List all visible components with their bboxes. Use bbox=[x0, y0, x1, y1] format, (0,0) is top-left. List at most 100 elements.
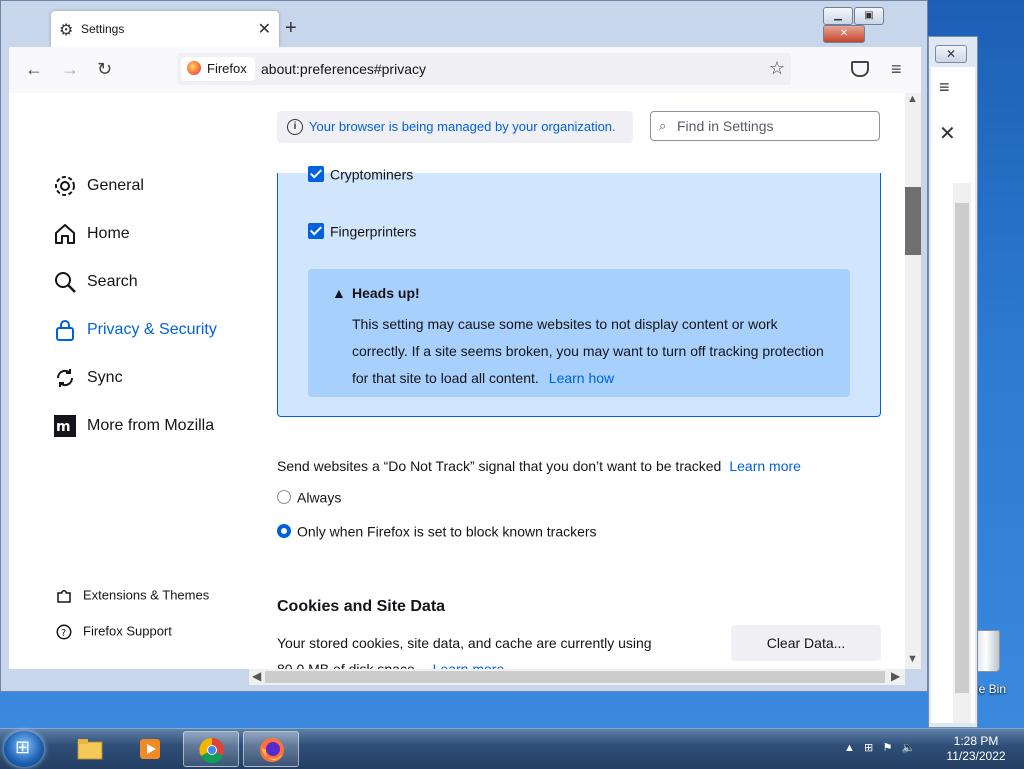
folder-icon bbox=[77, 739, 103, 760]
sidebar-item-label: Sync bbox=[87, 369, 123, 386]
radio-label: Only when Firefox is set to block known … bbox=[297, 523, 597, 540]
hamburger-menu-icon[interactable]: ≡ bbox=[939, 77, 950, 98]
identity-box[interactable]: Firefox bbox=[181, 57, 255, 81]
cookies-usage-text: Your stored cookies, site data, and cach… bbox=[277, 635, 652, 651]
scrollbar-thumb[interactable] bbox=[905, 187, 921, 255]
pocket-icon[interactable] bbox=[851, 61, 869, 77]
checkbox-label: Cryptominers bbox=[330, 166, 414, 183]
sync-icon bbox=[56, 369, 74, 387]
svg-text:m: m bbox=[56, 419, 71, 435]
sidebar-item-firefox-support[interactable]: ? Firefox Support bbox=[55, 623, 172, 641]
dnt-always-radio[interactable]: Always bbox=[277, 488, 341, 505]
tab-settings[interactable]: ⚙ Settings ✕ bbox=[51, 11, 279, 47]
url-bar[interactable]: Firefox about:preferences#privacy ☆ bbox=[177, 53, 791, 85]
sidebar-item-general[interactable]: General bbox=[53, 174, 144, 198]
close-window-button[interactable]: ✕ bbox=[823, 25, 865, 43]
cookies-learn-more-link[interactable]: Learn more bbox=[433, 661, 505, 669]
sidebar-item-sync[interactable]: Sync bbox=[53, 366, 123, 390]
identity-label: Firefox bbox=[207, 61, 247, 76]
custom-tracking-panel: Cryptominers Fingerprinters ▲ Heads up! … bbox=[277, 166, 881, 417]
maximize-button[interactable]: ▣ bbox=[854, 7, 884, 25]
checkbox-label: Fingerprinters bbox=[330, 223, 417, 240]
search-input[interactable]: ⌕ Find in Settings bbox=[650, 111, 880, 141]
tab-close-icon[interactable]: ✕ bbox=[258, 19, 271, 39]
scroll-down-icon[interactable]: ▼ bbox=[907, 653, 918, 665]
taskbar-chrome[interactable] bbox=[183, 731, 239, 767]
taskbar-explorer[interactable] bbox=[62, 731, 118, 767]
scroll-right-icon[interactable]: ▶ bbox=[891, 669, 900, 683]
tab-strip: ⚙ Settings ✕ + bbox=[9, 7, 919, 47]
search-placeholder: Find in Settings bbox=[677, 118, 774, 134]
do-not-track-description: Send websites a “Do Not Track” signal th… bbox=[277, 458, 801, 474]
sidebar-item-extensions-themes[interactable]: Extensions & Themes bbox=[55, 587, 209, 605]
sidebar-item-label: General bbox=[87, 177, 144, 194]
warning-icon: ▲ bbox=[332, 285, 346, 301]
checkbox-checked[interactable] bbox=[308, 166, 324, 183]
scroll-left-icon[interactable]: ◀ bbox=[252, 669, 261, 683]
firefox-icon bbox=[260, 738, 284, 762]
learn-how-link[interactable]: Learn how bbox=[549, 370, 614, 386]
app-menu-icon[interactable]: ≡ bbox=[891, 59, 902, 80]
cookies-size-row: 80.0 MB of disk space. Learn more bbox=[277, 661, 504, 669]
minimize-button[interactable]: ▁ bbox=[823, 7, 853, 25]
radio-unselected[interactable] bbox=[277, 490, 291, 505]
puzzle-icon bbox=[57, 590, 71, 603]
media-player-icon bbox=[140, 739, 160, 759]
dnt-text: Send websites a “Do Not Track” signal th… bbox=[277, 458, 722, 474]
sidebar-item-label: Search bbox=[87, 273, 138, 290]
cookies-heading: Cookies and Site Data bbox=[277, 598, 446, 615]
scrollbar-thumb[interactable] bbox=[955, 203, 969, 693]
managed-policy-banner[interactable]: i Your browser is being managed by your … bbox=[277, 111, 633, 143]
bookmark-star-icon[interactable]: ☆ bbox=[769, 58, 785, 79]
navigation-toolbar: ← → ↻ Firefox about:preferences#privacy … bbox=[9, 47, 921, 94]
background-window-scrollbar[interactable] bbox=[953, 183, 971, 723]
dnt-learn-more-link[interactable]: Learn more bbox=[729, 458, 801, 474]
reload-icon[interactable]: ↻ bbox=[97, 59, 112, 80]
managed-policy-text[interactable]: Your browser is being managed by your or… bbox=[309, 111, 616, 143]
warning-title: Heads up! bbox=[352, 285, 420, 301]
sidebar-footer-label: Firefox Support bbox=[83, 623, 172, 639]
back-arrow-icon[interactable]: ← bbox=[25, 59, 43, 80]
home-icon bbox=[55, 224, 75, 244]
taskbar-media-player[interactable] bbox=[122, 731, 178, 767]
radio-selected[interactable] bbox=[277, 524, 291, 539]
sidebar-item-search[interactable]: Search bbox=[53, 270, 138, 294]
taskbar-firefox[interactable] bbox=[243, 731, 299, 767]
new-tab-button[interactable]: + bbox=[285, 17, 297, 40]
sidebar-item-label: More from Mozilla bbox=[87, 417, 215, 434]
help-icon: ? bbox=[56, 624, 72, 640]
start-button[interactable] bbox=[4, 731, 44, 767]
page-vertical-scrollbar[interactable]: ▲ ▼ bbox=[905, 93, 921, 669]
close-icon[interactable]: ✕ bbox=[939, 121, 956, 146]
taskbar-clock[interactable]: 1:28 PM 11/23/2022 bbox=[936, 734, 1016, 764]
background-window-close-button[interactable]: ✕ bbox=[935, 45, 967, 63]
firefox-window: ⚙ Settings ✕ + ▁ ▣✕ ← → ↻ Firefox about:p… bbox=[0, 0, 928, 692]
forward-arrow-icon[interactable]: → bbox=[61, 59, 79, 80]
warning-body: This setting may cause some websites to … bbox=[352, 311, 832, 392]
mozilla-icon: m bbox=[54, 415, 76, 437]
sidebar-footer-label: Extensions & Themes bbox=[83, 587, 210, 603]
page-horizontal-scrollbar[interactable]: ◀ ▶ bbox=[249, 669, 905, 685]
sidebar-item-home[interactable]: Home bbox=[53, 222, 130, 246]
system-tray[interactable]: ▲ ⊞ ⚑ 🔈 bbox=[844, 741, 915, 754]
fingerprinters-checkbox[interactable]: Fingerprinters bbox=[308, 222, 417, 240]
scrollbar-thumb[interactable] bbox=[265, 671, 885, 683]
clear-data-button[interactable]: Clear Data... bbox=[731, 625, 881, 661]
background-window[interactable]: ✕ ≡ ✕ bbox=[928, 36, 978, 728]
sidebar-item-more-from-mozilla[interactable]: m More from Mozilla bbox=[53, 414, 214, 438]
clock-date: 11/23/2022 bbox=[946, 749, 1006, 763]
sidebar-item-privacy-security[interactable]: Privacy & Security bbox=[53, 318, 217, 342]
checkbox-checked[interactable] bbox=[308, 223, 324, 240]
gear-icon: ⚙ bbox=[59, 22, 74, 39]
dnt-only-when-blocking-radio[interactable]: Only when Firefox is set to block known … bbox=[277, 522, 597, 539]
scroll-up-icon[interactable]: ▲ bbox=[907, 93, 918, 105]
lock-icon bbox=[56, 320, 74, 341]
info-icon: i bbox=[287, 119, 303, 135]
tracking-warning-box: ▲ Heads up! This setting may cause some … bbox=[308, 269, 850, 397]
sidebar-item-label: Home bbox=[87, 225, 130, 242]
cryptominers-checkbox[interactable]: Cryptominers bbox=[308, 165, 414, 183]
url-text[interactable]: about:preferences#privacy bbox=[261, 61, 426, 77]
radio-label: Always bbox=[297, 489, 342, 506]
clock-time: 1:28 PM bbox=[953, 734, 999, 748]
svg-text:?: ? bbox=[61, 628, 66, 639]
